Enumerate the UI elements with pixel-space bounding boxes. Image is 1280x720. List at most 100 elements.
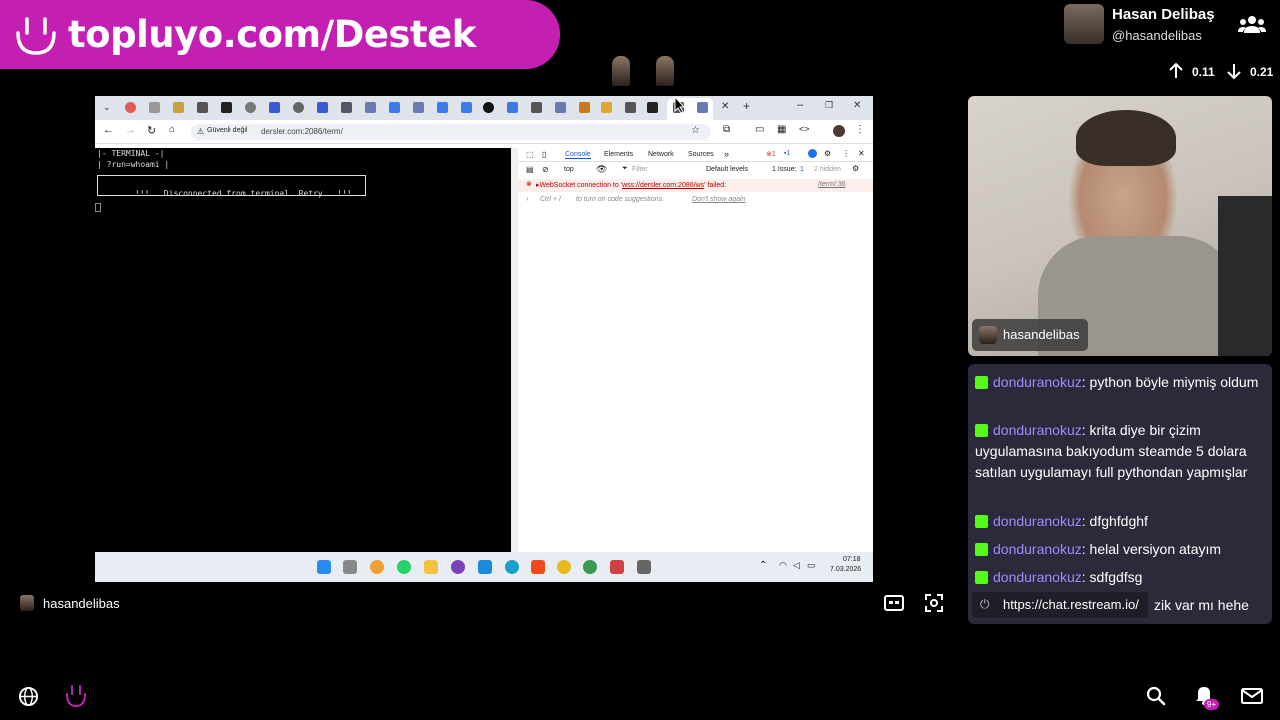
app-icon[interactable] [370,560,384,574]
forward-icon[interactable]: → [125,124,136,136]
file-explorer-icon[interactable] [424,560,438,574]
url-input[interactable]: ⚠ Güvenli değil dersler.com:2086/term/ ☆ [191,124,711,140]
browser-tab[interactable] [507,102,518,113]
browser-tab[interactable] [531,102,542,113]
browser-tab[interactable] [555,102,566,113]
issues-label[interactable]: 1 Issue: [772,166,797,173]
terminal-panel[interactable]: |- TERMINAL -| | ?run=whoami | !!! Disco… [95,148,511,552]
ai-icon[interactable] [808,149,817,158]
people-icon[interactable] [1238,14,1266,34]
browser-tab[interactable] [317,102,328,113]
chat-username[interactable]: donduranokuz [993,374,1082,390]
inspect-icon[interactable]: ⬚ [526,150,534,159]
maximize-icon[interactable]: ❐ [825,100,833,111]
tab-elements[interactable]: Elements [604,151,633,158]
tab-search-icon[interactable]: ⌄ [103,102,111,113]
app-icon[interactable] [637,560,651,574]
browser-tab[interactable] [149,102,160,113]
browser-tab[interactable] [601,102,612,113]
code-icon[interactable]: <> [799,124,810,134]
tray-chevron-icon[interactable]: ⌃ [759,560,767,571]
battery-icon[interactable]: ▭ [807,560,816,571]
close-devtools-icon[interactable]: ✕ [858,149,865,158]
eye-icon[interactable]: 👁 [596,164,607,175]
filter-input[interactable]: Filter [632,166,648,173]
browser-tab[interactable] [173,102,184,113]
tab-sources[interactable]: Sources [688,151,714,158]
browser-tab[interactable] [269,102,280,113]
chrome-icon[interactable] [557,560,571,574]
sidebar-toggle-icon[interactable]: ▤ [526,165,534,174]
chat-username[interactable]: donduranokuz [993,541,1082,557]
task-view-icon[interactable] [343,560,357,574]
browser-tab[interactable] [625,102,636,113]
restream-url-pill[interactable]: ⏻ https://chat.restream.io/ [972,592,1148,618]
search-icon[interactable] [1146,686,1166,706]
browser-tab[interactable] [293,102,304,113]
error-source-link[interactable]: /term/:36 [818,181,846,188]
whatsapp-icon[interactable] [397,560,411,574]
browser-tab[interactable] [341,102,352,113]
browser-tab[interactable] [245,102,256,113]
chrome-active-icon[interactable] [583,560,597,574]
github-desktop-icon[interactable] [451,560,465,574]
close-tab-icon[interactable]: ✕ [721,101,729,112]
message-badge[interactable]: ▪1 [784,150,790,157]
disconnected-box[interactable]: !!! Disconnected from terminal. Retry !!… [97,175,366,198]
browser-tab[interactable] [413,102,424,113]
log-levels-select[interactable]: Default levels [706,166,748,173]
volume-icon[interactable]: ◁ [793,560,800,571]
context-select[interactable]: top [564,166,574,173]
cast-icon[interactable]: ▭ [755,124,764,135]
browser-tab[interactable] [365,102,376,113]
tab-network[interactable]: Network [648,151,674,158]
browser-tab[interactable] [437,102,448,113]
topluyo-home-icon[interactable] [65,684,87,708]
back-icon[interactable]: ← [103,124,114,136]
taskbar-date[interactable]: 7.03.2026 [830,566,861,573]
taskbar-time[interactable]: 07:18 [843,556,861,563]
minimize-icon[interactable]: – [797,99,803,111]
device-icon[interactable]: ▯ [542,150,546,159]
close-window-icon[interactable]: ✕ [853,100,861,111]
browser-tab[interactable] [647,102,658,113]
vscode-icon[interactable] [478,560,492,574]
browser-tab[interactable] [697,102,708,113]
browser-tab[interactable] [197,102,208,113]
edge-icon[interactable] [505,560,519,574]
menu-kebab-icon[interactable]: ⋮ [855,124,865,135]
chat-username[interactable]: donduranokuz [993,513,1082,529]
windows-start-icon[interactable] [317,560,331,574]
stream-owner[interactable]: hasandelibas [18,594,158,614]
console-settings-icon[interactable]: ⚙ [852,164,859,173]
new-tab-icon[interactable]: + [743,99,750,113]
tab-console[interactable]: Console [565,151,591,159]
hint-dismiss-link[interactable]: Don't show again [692,196,745,203]
apps-icon[interactable]: ▦ [777,124,786,135]
extensions-icon[interactable]: ⧉ [723,124,730,135]
error-badge[interactable]: ⊗1 [766,150,776,158]
kebab-icon[interactable]: ⋮ [842,149,850,158]
screenshot-focus-icon[interactable] [925,594,943,612]
browser-tab[interactable] [125,102,136,113]
browser-tab[interactable] [461,102,472,113]
chat-username[interactable]: donduranokuz [993,569,1082,585]
more-tabs-icon[interactable]: » [724,149,729,159]
chat-username[interactable]: donduranokuz [993,422,1082,438]
home-icon[interactable]: ⌂ [169,124,175,135]
terminal-scrollbar[interactable] [511,148,518,552]
globe-icon[interactable] [18,686,39,707]
browser-tab[interactable] [221,102,232,113]
github-tab[interactable] [483,102,494,113]
wifi-icon[interactable]: ◠ [779,560,787,571]
browser-tab[interactable] [579,102,590,113]
clear-console-icon[interactable]: ⊘ [542,165,549,174]
bookmark-star-icon[interactable]: ☆ [691,125,700,136]
mail-icon[interactable] [1241,688,1263,704]
brave-icon[interactable] [531,560,545,574]
error-ws-url[interactable]: wss://dersler.com:2086/ws [622,182,704,189]
profile-icon[interactable] [833,125,845,137]
settings-gear-icon[interactable]: ⚙ [824,149,831,158]
reload-icon[interactable]: ↻ [147,124,156,137]
captions-icon[interactable] [884,595,904,611]
